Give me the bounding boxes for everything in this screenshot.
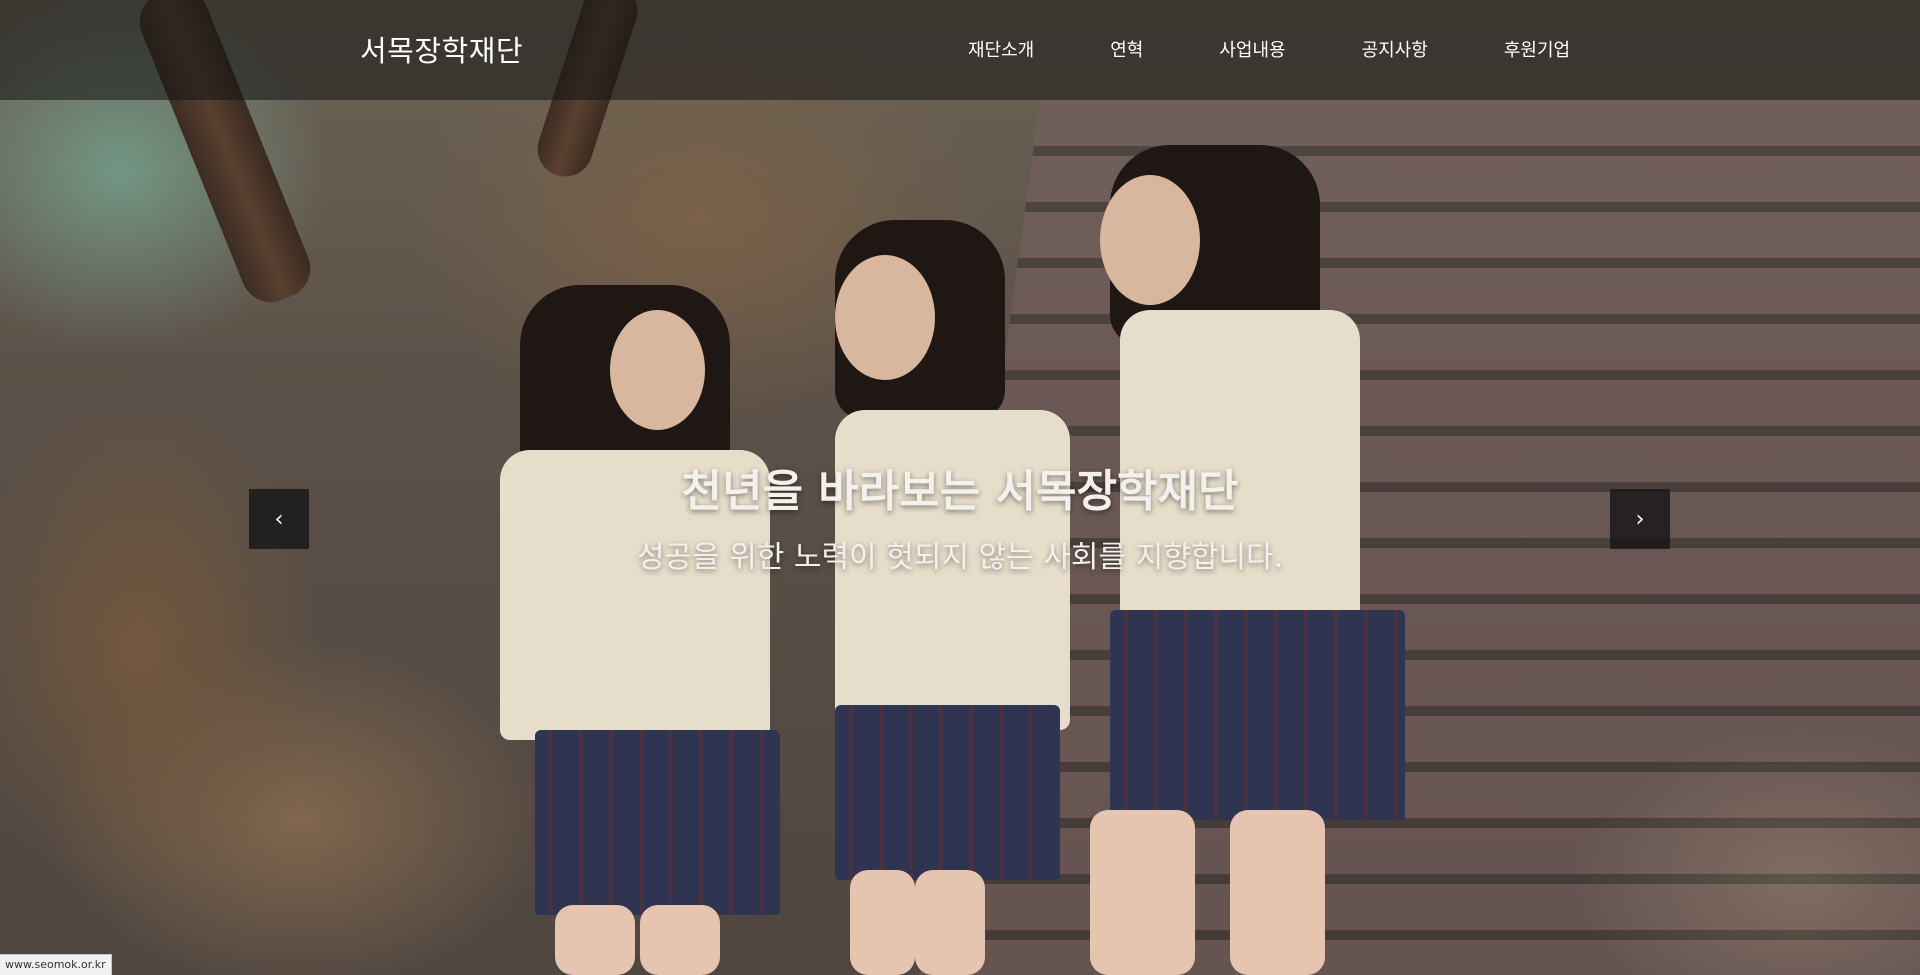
nav-item-notice[interactable]: 공지사항 [1324,36,1466,62]
nav-item-sponsors[interactable]: 후원기업 [1466,36,1608,62]
chevron-right-icon: › [1635,506,1645,532]
nav-item-business[interactable]: 사업내용 [1181,36,1323,62]
slider-prev-button[interactable]: ‹ [249,489,309,549]
site-logo[interactable]: 서목장학재단 [360,28,523,70]
slider-next-button[interactable]: › [1610,489,1670,549]
nav-item-about[interactable]: 재단소개 [930,36,1072,62]
status-bar-url: www.seomok.or.kr [0,954,112,975]
hero-slider: 서목장학재단 재단소개 연혁 사업내용 공지사항 후원기업 천년을 바라보는 서… [0,0,1920,975]
top-navigation-bar: 서목장학재단 재단소개 연혁 사업내용 공지사항 후원기업 [0,0,1920,100]
chevron-left-icon: ‹ [274,506,284,532]
main-menu: 재단소개 연혁 사업내용 공지사항 후원기업 [930,36,1608,62]
nav-item-history[interactable]: 연혁 [1072,36,1181,62]
